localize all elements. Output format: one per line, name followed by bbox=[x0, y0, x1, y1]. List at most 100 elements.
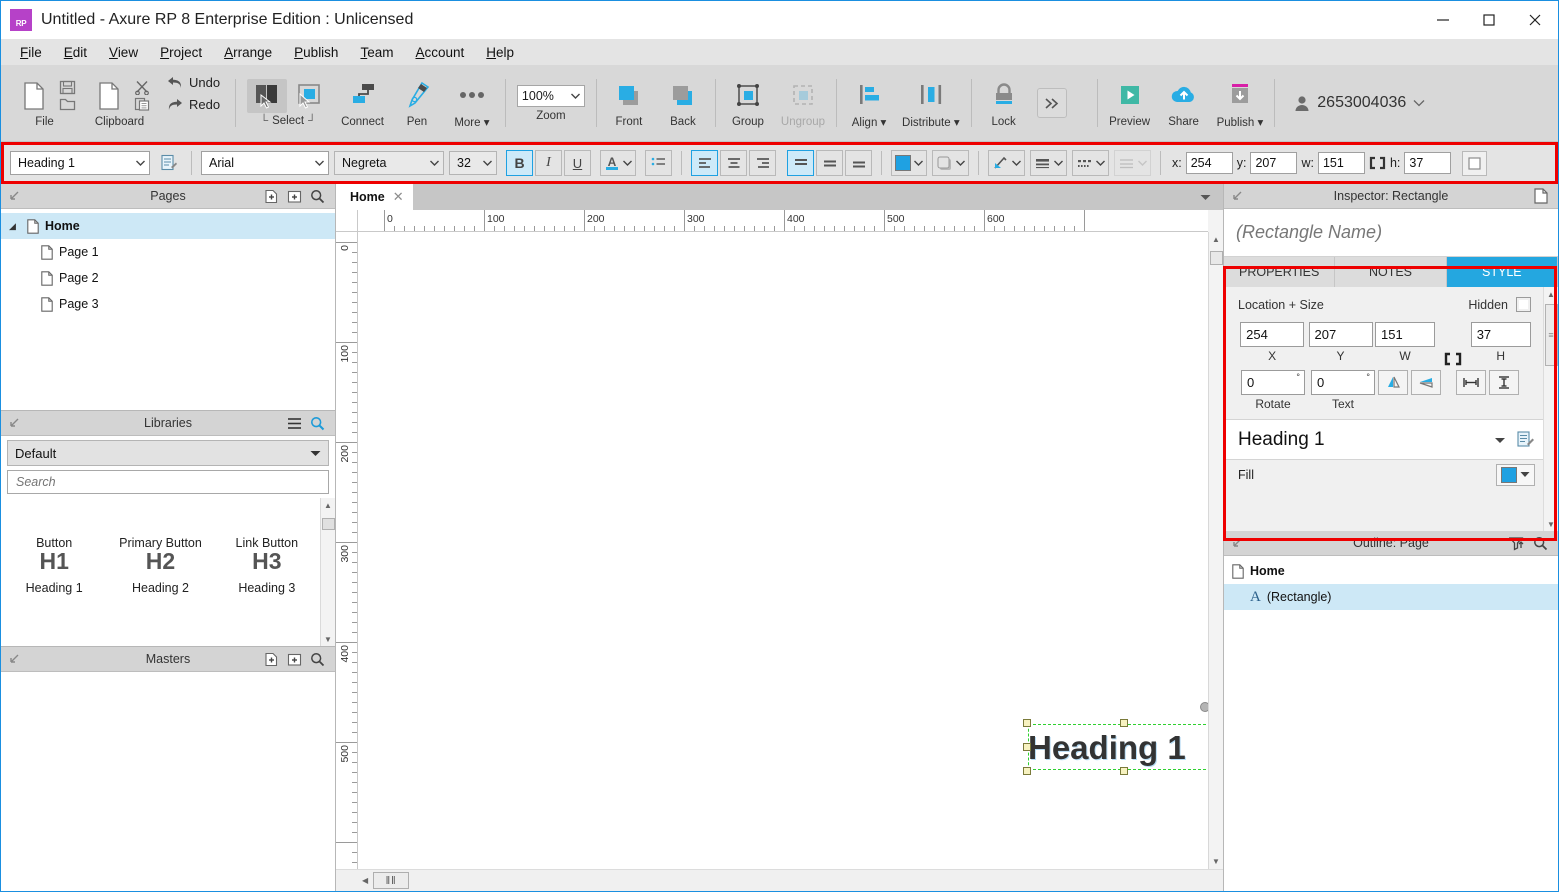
page-tree-item-page3[interactable]: Page 3 bbox=[1, 291, 335, 317]
valign-bottom-button[interactable] bbox=[845, 150, 872, 176]
tab-style[interactable]: STYLE bbox=[1446, 257, 1558, 287]
collapse-icon[interactable] bbox=[1, 653, 27, 665]
menu-help[interactable]: Help bbox=[475, 42, 525, 63]
marquee-select-icon[interactable] bbox=[289, 79, 329, 113]
preview-icon[interactable] bbox=[1109, 79, 1151, 113]
search-icon[interactable] bbox=[310, 189, 325, 204]
redo-button[interactable]: Redo bbox=[163, 95, 224, 114]
font-color-picker[interactable]: A bbox=[600, 150, 636, 176]
resize-handle-sw[interactable] bbox=[1023, 767, 1031, 775]
w-input[interactable] bbox=[1374, 322, 1435, 347]
italic-button[interactable]: I bbox=[535, 150, 562, 176]
edit-style-icon[interactable] bbox=[1516, 430, 1535, 449]
x-input[interactable] bbox=[1185, 152, 1233, 174]
share-cloud-icon[interactable] bbox=[1163, 79, 1205, 113]
new-file-icon[interactable] bbox=[13, 79, 55, 113]
scroll-left-icon[interactable]: ◀ bbox=[362, 876, 368, 885]
flip-horizontal-icon[interactable] bbox=[1378, 370, 1408, 395]
h-input[interactable] bbox=[1404, 152, 1452, 174]
collapse-icon[interactable] bbox=[1224, 537, 1250, 549]
library-search-field[interactable] bbox=[7, 470, 329, 494]
menu-arrange[interactable]: Arrange bbox=[213, 42, 283, 63]
canvas-horizontal-scrollbar[interactable]: ◀ ‖‖ bbox=[336, 869, 1223, 891]
library-search-input[interactable] bbox=[14, 474, 322, 490]
library-item-link-button[interactable]: Link Button bbox=[214, 504, 320, 550]
connect-tool-icon[interactable] bbox=[342, 79, 384, 113]
lock-aspect-ratio-icon[interactable] bbox=[1435, 322, 1470, 366]
open-folder-icon[interactable] bbox=[59, 97, 76, 111]
vertical-ruler[interactable]: 0 100 200 300 400 500 bbox=[336, 232, 358, 869]
page-icon[interactable] bbox=[1534, 188, 1548, 204]
add-folder-icon[interactable] bbox=[287, 652, 302, 667]
scroll-down-icon[interactable]: ▼ bbox=[324, 632, 332, 646]
hidden-toggle[interactable]: Hidden bbox=[1468, 297, 1531, 312]
tab-home[interactable]: Home ✕ bbox=[336, 184, 413, 210]
scrollbar-thumb[interactable] bbox=[321, 518, 335, 530]
library-item-heading-2[interactable]: H2 Heading 2 bbox=[107, 550, 213, 596]
menu-edit[interactable]: Edit bbox=[53, 42, 98, 63]
hidden-checkbox[interactable] bbox=[1516, 297, 1531, 312]
save-icon[interactable] bbox=[59, 80, 76, 95]
library-item-button[interactable]: Button bbox=[1, 504, 107, 550]
library-item-heading-1[interactable]: H1 Heading 1 bbox=[1, 550, 107, 596]
tab-notes[interactable]: NOTES bbox=[1335, 257, 1447, 287]
font-weight-select[interactable]: Negreta bbox=[334, 151, 444, 175]
widget-style-row[interactable]: Heading 1 bbox=[1224, 419, 1543, 459]
menu-view[interactable]: View bbox=[98, 42, 149, 63]
scrollbar-thumb[interactable] bbox=[1209, 251, 1223, 265]
page-tree-item-page1[interactable]: Page 1 bbox=[1, 239, 335, 265]
shadow-picker[interactable] bbox=[932, 150, 969, 176]
resize-handle-n[interactable] bbox=[1120, 719, 1128, 727]
copy-icon[interactable] bbox=[134, 97, 151, 111]
hamburger-menu-icon[interactable] bbox=[287, 417, 302, 430]
resize-handle-s[interactable] bbox=[1120, 767, 1128, 775]
paste-icon[interactable] bbox=[88, 79, 130, 113]
horizontal-ruler[interactable]: 0 100 200 300 400 500 600 bbox=[358, 210, 1208, 232]
search-icon[interactable] bbox=[310, 652, 325, 667]
close-icon[interactable] bbox=[1512, 1, 1558, 39]
collapse-icon[interactable] bbox=[1224, 190, 1250, 202]
library-select[interactable]: Default bbox=[7, 440, 329, 466]
resize-handle-w[interactable] bbox=[1023, 743, 1031, 751]
zoom-select[interactable]: 100% bbox=[516, 84, 585, 107]
menu-account[interactable]: Account bbox=[404, 42, 475, 63]
font-size-select[interactable]: 32 bbox=[449, 151, 497, 175]
fill-color-picker[interactable] bbox=[1496, 463, 1535, 486]
search-icon[interactable] bbox=[310, 416, 325, 431]
rotate-handle[interactable] bbox=[1200, 702, 1208, 712]
add-folder-icon[interactable] bbox=[287, 189, 302, 204]
outline-item-home[interactable]: Home bbox=[1224, 558, 1558, 584]
bold-button[interactable]: B bbox=[506, 150, 533, 176]
collapse-icon[interactable] bbox=[1, 190, 27, 202]
inspector-scrollbar[interactable]: ▲ ≡ ▼ bbox=[1543, 287, 1558, 531]
distribute-horizontal-icon[interactable] bbox=[1456, 370, 1486, 395]
valign-top-button[interactable] bbox=[787, 150, 814, 176]
align-left-button[interactable] bbox=[691, 150, 718, 176]
x-input[interactable] bbox=[1240, 322, 1305, 347]
select-tool-icon[interactable] bbox=[247, 79, 288, 113]
group-icon[interactable] bbox=[727, 79, 769, 113]
widget-name-field[interactable]: (Rectangle Name) bbox=[1224, 209, 1558, 257]
valign-middle-button[interactable] bbox=[816, 150, 843, 176]
text-rotate-input[interactable] bbox=[1311, 370, 1375, 395]
pen-tool-icon[interactable] bbox=[396, 79, 438, 113]
underline-button[interactable]: U bbox=[564, 150, 591, 176]
library-item-primary-button[interactable]: Primary Button bbox=[107, 504, 213, 550]
rotate-input[interactable] bbox=[1241, 370, 1305, 395]
edit-style-icon[interactable] bbox=[155, 150, 182, 176]
cut-scissors-icon[interactable] bbox=[134, 80, 151, 95]
filter-icon[interactable] bbox=[1509, 536, 1525, 551]
library-scrollbar[interactable]: ▲ ▼ bbox=[320, 498, 335, 646]
collapse-icon[interactable] bbox=[1, 417, 27, 429]
bring-to-front-icon[interactable] bbox=[608, 79, 650, 113]
bullet-list-button[interactable] bbox=[645, 150, 672, 176]
menu-project[interactable]: Project bbox=[149, 42, 213, 63]
scroll-down-icon[interactable]: ▼ bbox=[1212, 854, 1220, 869]
minimize-icon[interactable] bbox=[1420, 1, 1466, 39]
h-input[interactable] bbox=[1470, 322, 1531, 347]
search-icon[interactable] bbox=[1533, 536, 1548, 551]
distribute-vertical-icon[interactable] bbox=[1489, 370, 1519, 395]
more-tools-icon[interactable] bbox=[450, 78, 494, 112]
undo-button[interactable]: Undo bbox=[163, 73, 224, 92]
tab-properties[interactable]: PROPERTIES bbox=[1224, 257, 1336, 287]
